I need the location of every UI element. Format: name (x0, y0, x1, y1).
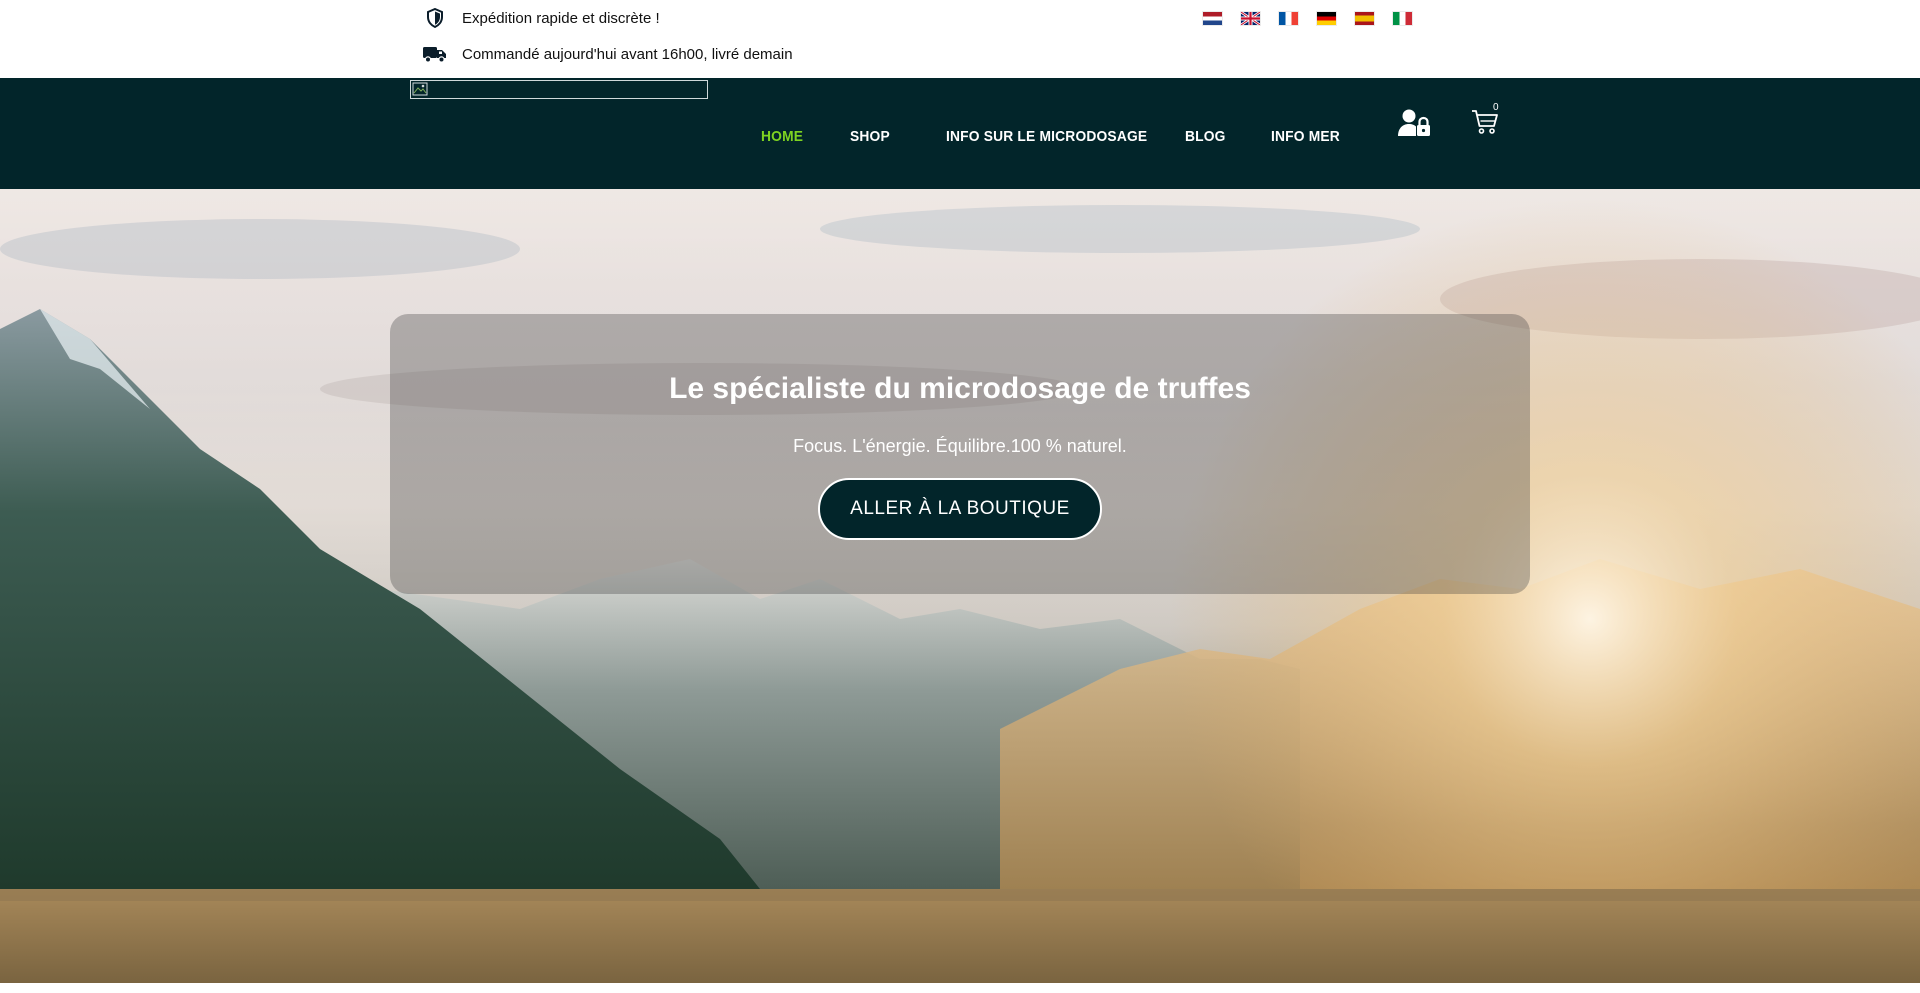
flag-italy-icon[interactable] (1393, 12, 1412, 25)
user-lock-icon[interactable] (1398, 108, 1432, 138)
language-switcher (1203, 12, 1412, 25)
flag-germany-icon[interactable] (1317, 12, 1336, 25)
hero-subtitle: Focus. L'énergie. Équilibre.100 % nature… (793, 436, 1127, 456)
delivery-notice-text: Commandé aujourd'hui avant 16h00, livré … (462, 45, 793, 63)
shipping-notice: Expédition rapide et discrète ! (422, 7, 660, 29)
hero-card: Le spécialiste du microdosage de truffes… (390, 314, 1530, 594)
flag-spain-icon[interactable] (1355, 12, 1374, 25)
flag-france-icon[interactable] (1279, 12, 1298, 25)
top-info-bar: Expédition rapide et discrète ! Commandé… (0, 0, 1920, 78)
delivery-notice: Commandé aujourd'hui avant 16h00, livré … (422, 43, 793, 65)
shipping-notice-text: Expédition rapide et discrète ! (462, 9, 660, 27)
hero-title: Le spécialiste du microdosage de truffes (669, 372, 1251, 405)
delivery-truck-icon (422, 43, 448, 65)
main-header: HOME SHOP INFO SUR LE MICRODOSAGE BLOG I… (0, 78, 1920, 189)
flag-uk-icon[interactable] (1241, 12, 1260, 25)
page-bottom-strip (0, 983, 1920, 993)
nav-microdosing-info[interactable]: INFO SUR LE MICRODOSAGE (946, 128, 1147, 145)
nav-info-mer[interactable]: INFO MER (1271, 128, 1340, 145)
nav-home[interactable]: HOME (761, 128, 803, 145)
hero-section: Le spécialiste du microdosage de truffes… (0, 189, 1920, 983)
nav-shop[interactable]: SHOP (850, 128, 890, 145)
broken-image-icon (412, 82, 428, 96)
shield-icon (422, 7, 448, 29)
site-logo[interactable] (410, 80, 708, 99)
cart-count-badge: 0 (1493, 102, 1499, 113)
nav-blog[interactable]: BLOG (1185, 128, 1226, 145)
go-to-shop-button[interactable]: ALLER À LA BOUTIQUE (818, 478, 1102, 540)
flag-netherlands-icon[interactable] (1203, 12, 1222, 25)
